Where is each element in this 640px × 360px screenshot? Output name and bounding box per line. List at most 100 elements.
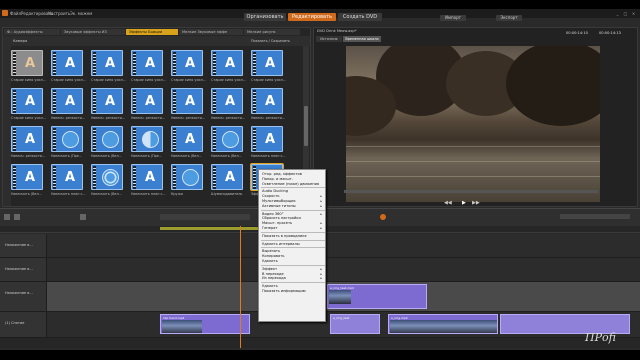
context-menu-item[interactable]: Откр. ред. эффектов bbox=[262, 172, 302, 176]
tab-video-effects[interactable]: Эффекты Боиции bbox=[126, 29, 178, 35]
timeline-clip[interactable]: a_img_test.mp4 bbox=[327, 284, 427, 309]
library-sidebar[interactable] bbox=[3, 46, 11, 206]
effect-thumbnail[interactable]: A bbox=[211, 164, 243, 190]
context-menu-item[interactable]: Удалить интервалы bbox=[262, 242, 300, 246]
effect-thumbnail[interactable]: A bbox=[171, 50, 203, 76]
context-menu-item[interactable]: Удалить bbox=[262, 284, 278, 288]
timeline-tools[interactable] bbox=[160, 214, 250, 220]
maximize-icon[interactable]: □ bbox=[623, 11, 628, 16]
effect-thumbnail[interactable] bbox=[91, 126, 123, 152]
timeline-clip[interactable]: clip hand.mp4 bbox=[160, 314, 250, 334]
track-header[interactable]: (1) Снятие bbox=[0, 312, 47, 337]
context-menu-item[interactable]: Эффект bbox=[262, 267, 277, 271]
effect-thumbnail[interactable]: A bbox=[91, 88, 123, 114]
track-header[interactable]: Наложение в... bbox=[0, 234, 47, 257]
track-header[interactable]: Наложение в... bbox=[0, 258, 47, 281]
import-button[interactable]: Импорт bbox=[440, 15, 466, 21]
menu-settings[interactable]: Настроить bbox=[48, 11, 70, 16]
context-menu-item[interactable]: Видео 360° bbox=[262, 212, 284, 216]
player-scrubber[interactable] bbox=[344, 190, 598, 193]
submenu-arrow-icon: ▸ bbox=[320, 194, 322, 199]
library-view-options[interactable]: Показать / Сохранить bbox=[251, 39, 290, 43]
next-frame-icon[interactable]: ▶▶ bbox=[472, 200, 480, 206]
effect-thumbnail[interactable]: A bbox=[11, 164, 43, 190]
context-menu-item[interactable]: В переходе bbox=[262, 272, 284, 276]
play-icon[interactable]: ▶ bbox=[462, 200, 466, 206]
context-menu-item[interactable]: Вырезать bbox=[262, 249, 280, 253]
context-menu-item[interactable]: Осветление (ниже) движения bbox=[262, 182, 319, 186]
effect-thumbnail[interactable]: A bbox=[51, 50, 83, 76]
menu-file[interactable]: Файл bbox=[10, 11, 21, 16]
track-header[interactable]: Наложение в... bbox=[0, 282, 47, 311]
toolbar-gear-icon[interactable] bbox=[4, 214, 10, 220]
effect-thumbnail[interactable]: A bbox=[131, 88, 163, 114]
context-menu-item[interactable]: Удалить bbox=[262, 259, 278, 263]
effect-thumbnail[interactable]: A bbox=[211, 88, 243, 114]
effect-thumbnail-label: Старое кино усил... bbox=[11, 116, 46, 120]
record-icon[interactable] bbox=[380, 214, 386, 220]
effect-thumbnail-label: Старое кино усил... bbox=[91, 78, 126, 82]
effect-thumbnail[interactable]: A bbox=[171, 88, 203, 114]
effect-thumbnail[interactable]: A bbox=[11, 50, 43, 76]
effect-circle-icon bbox=[102, 131, 119, 148]
effect-thumbnail[interactable]: A bbox=[11, 88, 43, 114]
context-menu-item[interactable]: Скорость bbox=[262, 194, 280, 198]
toolbar-text-icon[interactable] bbox=[80, 214, 86, 220]
toolbar-edit-icon[interactable] bbox=[14, 214, 20, 220]
effect-thumbnail[interactable]: A bbox=[171, 126, 203, 152]
menu-help[interactable]: Эк. можем bbox=[70, 11, 92, 16]
export-button[interactable]: Экспорт bbox=[496, 15, 522, 21]
context-menu-item[interactable]: Генерат bbox=[262, 226, 278, 230]
context-menu-item[interactable]: Активные титоны bbox=[262, 204, 296, 208]
context-menu-item[interactable]: Масшт. просеть bbox=[262, 221, 292, 225]
effect-thumbnail[interactable]: A bbox=[211, 50, 243, 76]
tab-timeline-preview[interactable]: Временная шкала bbox=[343, 36, 381, 42]
playhead[interactable] bbox=[240, 226, 241, 348]
effect-thumbnail[interactable] bbox=[91, 164, 123, 190]
effect-thumbnail[interactable]: A bbox=[251, 50, 283, 76]
zoom-slider[interactable] bbox=[560, 214, 630, 219]
effect-thumbnail[interactable]: A bbox=[11, 126, 43, 152]
timeline-clip[interactable]: a_img_test bbox=[330, 314, 380, 334]
effect-thumbnail[interactable]: A bbox=[131, 50, 163, 76]
context-menu-item[interactable]: Показать информацию bbox=[262, 289, 306, 293]
effect-thumbnail[interactable]: A bbox=[251, 126, 283, 152]
context-menu-item[interactable]: Сбросить настройки bbox=[262, 216, 301, 220]
context-menu-item[interactable]: Audio Ducking bbox=[262, 189, 288, 193]
library-scroll-thumb[interactable] bbox=[304, 106, 308, 146]
context-menu-item[interactable]: Из перехода bbox=[262, 276, 286, 280]
tab-sound-effects[interactable]: Звуковые эффекты ИЗ bbox=[61, 29, 125, 35]
video-preview bbox=[346, 46, 600, 202]
tab-create-dvd[interactable]: Создать DVD bbox=[338, 13, 382, 21]
prev-frame-icon[interactable]: ◀◀ bbox=[444, 200, 452, 206]
context-menu-item[interactable]: Копировать bbox=[262, 254, 284, 258]
film-strip-icon bbox=[173, 166, 176, 189]
close-icon[interactable]: × bbox=[631, 11, 636, 16]
context-menu-item[interactable]: Показать в проводнике bbox=[262, 234, 307, 238]
effect-thumbnail[interactable]: A bbox=[131, 164, 163, 190]
effect-thumbnail[interactable]: A bbox=[51, 88, 83, 114]
tab-misc-images[interactable]: Мелкие рисунк bbox=[244, 29, 300, 35]
tab-audio-effects[interactable]: Ф.: Аудиоэффекты bbox=[4, 29, 60, 35]
effect-thumbnail[interactable]: A bbox=[51, 164, 83, 190]
transport-controls: ◀◀ ▶ ▶▶ bbox=[344, 200, 598, 207]
effect-thumbnail[interactable]: A bbox=[91, 50, 123, 76]
film-strip-icon bbox=[53, 90, 56, 113]
effect-thumbnail[interactable] bbox=[131, 126, 163, 152]
tab-organize[interactable]: Организовать bbox=[244, 13, 286, 21]
tab-misc-effects[interactable]: Мелкие Звуковые эффе bbox=[179, 29, 243, 35]
effect-thumbnail[interactable] bbox=[211, 126, 243, 152]
context-menu-item[interactable]: Мультивыборщик bbox=[262, 199, 296, 203]
context-menu-item[interactable]: Панор. и масшт. bbox=[262, 177, 293, 181]
timeline-clip[interactable]: a_img.mp4 bbox=[388, 314, 498, 334]
effect-thumbnail[interactable]: A bbox=[251, 88, 283, 114]
minimize-icon[interactable]: _ bbox=[615, 11, 620, 16]
effect-thumbnail[interactable] bbox=[171, 164, 203, 190]
effect-letter-icon: A bbox=[24, 94, 36, 109]
library-category[interactable]: Камера bbox=[13, 39, 27, 43]
effect-circle-icon bbox=[62, 131, 79, 148]
tab-edit[interactable]: Редактировать bbox=[288, 13, 336, 21]
effect-thumbnail[interactable] bbox=[51, 126, 83, 152]
film-strip-icon bbox=[133, 128, 136, 151]
tab-source[interactable]: Источник bbox=[316, 36, 342, 42]
